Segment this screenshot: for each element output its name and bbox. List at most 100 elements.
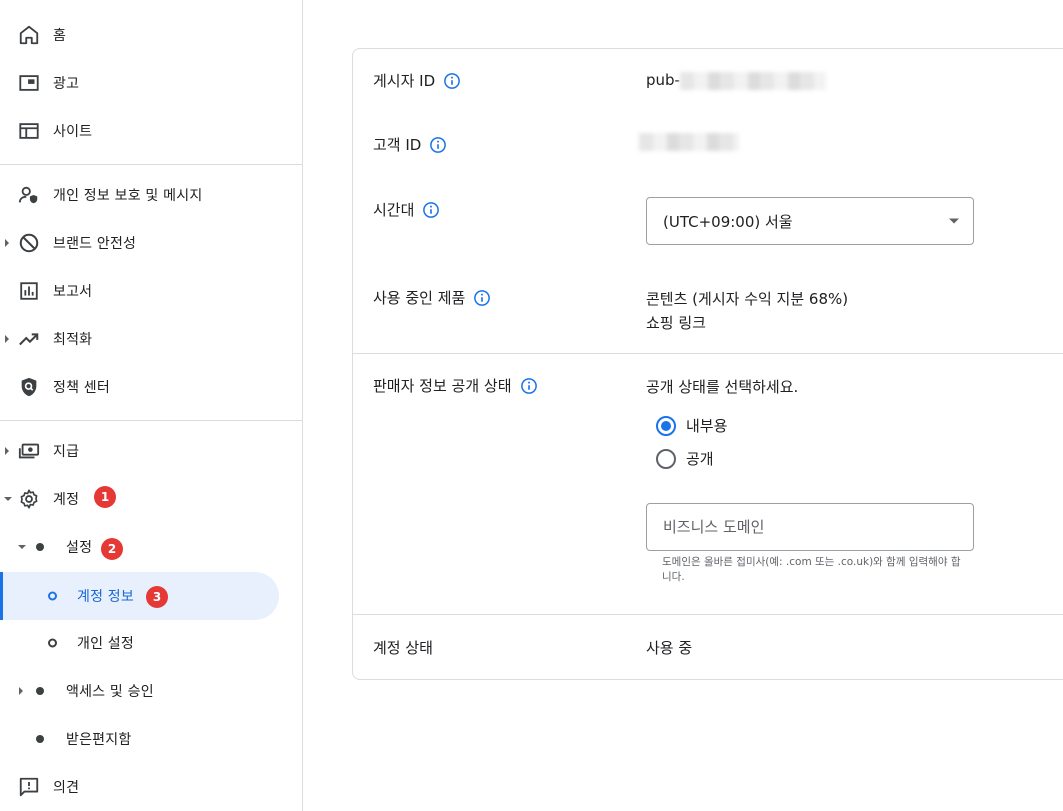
sidebar-item-inbox[interactable]: 받은편지함 <box>0 715 303 763</box>
sidebar-item-label: 사이트 <box>53 124 93 140</box>
sidebar-item-label: 개인 설정 <box>77 636 134 652</box>
publisher-id-label: 게시자 ID <box>373 70 461 91</box>
sidebar-item-home[interactable]: 홈 <box>0 11 303 59</box>
collapse-arrow-icon[interactable] <box>4 497 12 501</box>
product-item: 콘텐츠 (게시자 수익 지분 68%) <box>646 290 849 308</box>
sidebar-item-label: 광고 <box>53 76 80 92</box>
collapse-arrow-icon[interactable] <box>18 545 26 549</box>
dropdown-arrow-icon <box>949 218 959 224</box>
timezone-label-text: 시간대 <box>373 201 415 219</box>
account-info-card: 게시자 ID pub- 고객 ID 시간대 (UTC+09:00) 서울 사용 … <box>352 48 1063 680</box>
account-status-label: 계정 상태 <box>373 637 433 658</box>
customer-id-label: 고객 ID <box>373 134 447 155</box>
sidebar: 홈 광고 사이트 개인 정보 보호 및 메시지 브랜드 안전성 보고서 최적화 … <box>0 0 303 811</box>
policy-shield-icon <box>21 377 37 397</box>
sidebar-item-optimization[interactable]: 최적화 <box>0 315 303 363</box>
sidebar-item-label: 개인 정보 보호 및 메시지 <box>53 188 203 204</box>
radio-internal-label: 내부용 <box>686 417 728 435</box>
info-icon[interactable] <box>520 377 538 395</box>
sidebar-item-sites[interactable]: 사이트 <box>0 107 303 155</box>
sidebar-item-personal-settings[interactable]: 개인 설정 <box>0 619 303 667</box>
sidebar-item-label: 최적화 <box>53 332 93 348</box>
sidebar-item-brand-safety[interactable]: 브랜드 안전성 <box>0 219 303 267</box>
ring-bullet-icon <box>48 591 57 601</box>
sidebar-item-feedback[interactable]: 의견 <box>0 763 303 811</box>
step-badge-2: 2 <box>101 538 123 560</box>
info-icon[interactable] <box>443 72 461 90</box>
products-label-text: 사용 중인 제품 <box>373 289 466 307</box>
account-status-label-text: 계정 상태 <box>373 639 433 657</box>
sidebar-item-label: 정책 센터 <box>53 380 110 396</box>
sidebar-item-label: 브랜드 안전성 <box>53 236 137 252</box>
person-shield-icon <box>18 186 38 204</box>
seller-info-label: 판매자 정보 공개 상태 <box>373 375 538 396</box>
step-badge-1: 1 <box>94 486 116 508</box>
radio-public-label: 공개 <box>686 450 714 468</box>
sidebar-divider <box>0 420 303 421</box>
radio-button-unchecked[interactable] <box>656 448 676 469</box>
feedback-icon <box>19 777 39 797</box>
sidebar-item-label: 보고서 <box>53 284 93 300</box>
publisher-id-value: pub- <box>646 71 826 90</box>
timezone-select[interactable]: (UTC+09:00) 서울 <box>646 197 974 245</box>
radio-internal[interactable]: 내부용 <box>656 415 727 436</box>
radio-public[interactable]: 공개 <box>656 448 714 469</box>
sidebar-item-account[interactable]: 계정 1 <box>0 475 303 523</box>
seller-prompt: 공개 상태를 선택하세요. <box>646 378 799 396</box>
timezone-selected-value: (UTC+09:00) 서울 <box>663 212 793 231</box>
publisher-id-label-text: 게시자 ID <box>373 72 436 90</box>
products-label: 사용 중인 제품 <box>373 287 491 308</box>
expand-arrow-icon[interactable] <box>5 335 9 343</box>
sidebar-item-reports[interactable]: 보고서 <box>0 267 303 315</box>
expand-arrow-icon[interactable] <box>5 239 9 247</box>
sidebar-divider <box>0 164 303 165</box>
web-icon <box>19 123 39 139</box>
info-icon[interactable] <box>473 289 491 307</box>
card-divider <box>353 614 1063 615</box>
sidebar-item-label: 설정 <box>66 540 93 556</box>
product-item: 쇼핑 링크 <box>646 314 706 332</box>
business-domain-input[interactable] <box>646 503 974 551</box>
bullet-icon <box>36 687 44 695</box>
timezone-label: 시간대 <box>373 199 440 220</box>
payments-icon <box>18 443 40 459</box>
card-divider <box>353 353 1063 354</box>
gear-icon <box>20 489 38 509</box>
sidebar-item-account-info[interactable]: 계정 정보 3 <box>0 572 279 620</box>
sidebar-item-label: 계정 정보 <box>77 589 134 605</box>
expand-arrow-icon[interactable] <box>19 687 23 695</box>
sidebar-item-payments[interactable]: 지급 <box>0 427 303 475</box>
bullet-icon <box>36 543 44 551</box>
home-icon <box>19 25 39 45</box>
sidebar-item-privacy[interactable]: 개인 정보 보호 및 메시지 <box>0 171 303 219</box>
ring-bullet-icon <box>48 638 57 648</box>
ad-icon <box>19 75 39 91</box>
customer-id-value <box>639 132 739 151</box>
products-list: 콘텐츠 (게시자 수익 지분 68%) 쇼핑 링크 <box>646 287 848 335</box>
expand-arrow-icon[interactable] <box>5 447 9 455</box>
account-status-value: 사용 중 <box>646 639 693 657</box>
info-icon[interactable] <box>422 201 440 219</box>
sidebar-item-label: 받은편지함 <box>66 732 132 748</box>
customer-id-label-text: 고객 ID <box>373 136 422 154</box>
info-icon[interactable] <box>429 136 447 154</box>
sidebar-item-policy-center[interactable]: 정책 센터 <box>0 363 303 411</box>
sidebar-item-label: 의견 <box>53 780 80 796</box>
bar-chart-icon <box>20 282 38 300</box>
sidebar-item-settings[interactable]: 설정 2 <box>0 523 303 571</box>
seller-info-label-text: 판매자 정보 공개 상태 <box>373 377 512 395</box>
domain-helper-text: 도메인은 올바른 접미사(예: .com 또는 .co.uk)와 함께 입력해야… <box>662 556 961 583</box>
sidebar-item-label: 지급 <box>53 444 80 460</box>
sidebar-item-label: 액세스 및 승인 <box>66 684 154 700</box>
bullet-icon <box>36 735 44 743</box>
step-badge-3: 3 <box>146 586 168 608</box>
active-indicator <box>0 572 3 620</box>
trending-up-icon <box>19 333 39 346</box>
redacted-id <box>639 132 739 151</box>
sidebar-item-ads[interactable]: 광고 <box>0 59 303 107</box>
sidebar-item-access[interactable]: 액세스 및 승인 <box>0 667 303 715</box>
radio-button-checked[interactable] <box>656 415 676 436</box>
sidebar-item-label: 홈 <box>53 28 67 44</box>
sidebar-item-label: 계정 <box>53 492 80 508</box>
redacted-id <box>679 71 826 90</box>
